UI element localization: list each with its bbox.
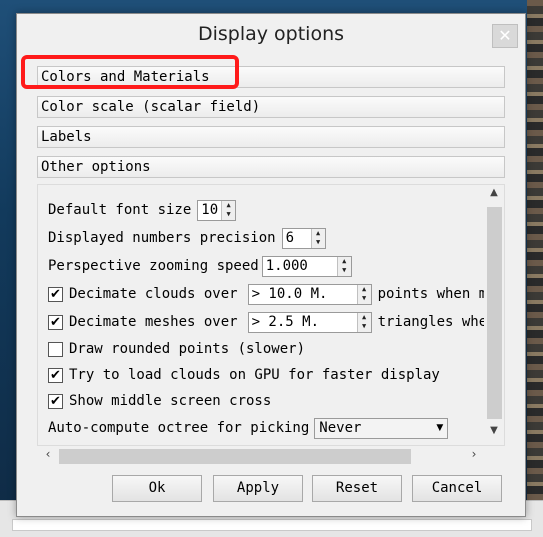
section-other-options[interactable]: Other options bbox=[37, 156, 505, 178]
zoom-speed-row: Perspective zooming speed 1.000 ▲ ▼ bbox=[48, 255, 352, 277]
octree-row: Auto-compute octree for picking Never ▼ bbox=[48, 417, 449, 439]
scroll-up-icon[interactable]: ▲ bbox=[484, 187, 504, 205]
close-icon[interactable]: ✕ bbox=[492, 24, 518, 48]
horizontal-scrollbar[interactable]: ‹ › bbox=[37, 446, 485, 466]
vertical-scroll-thumb[interactable] bbox=[487, 207, 502, 419]
spin-down-icon[interactable]: ▼ bbox=[358, 294, 371, 304]
decimate-meshes-spinbox[interactable]: > 2.5 M. ▲ ▼ bbox=[247, 311, 372, 333]
apply-button[interactable]: Apply bbox=[213, 475, 303, 502]
precision-spinbox[interactable]: 6 ▲ ▼ bbox=[281, 227, 326, 249]
horizontal-scroll-thumb[interactable] bbox=[59, 449, 411, 464]
spin-up-icon[interactable]: ▲ bbox=[358, 285, 371, 295]
spin-down-icon[interactable]: ▼ bbox=[222, 210, 235, 220]
zoom-speed-spinbox[interactable]: 1.000 ▲ ▼ bbox=[261, 255, 352, 277]
spin-down-icon[interactable]: ▼ bbox=[338, 266, 351, 276]
gpu-load-row: ✔ Try to load clouds on GPU for faster d… bbox=[48, 364, 440, 386]
background-status-field bbox=[12, 519, 532, 531]
precision-value[interactable]: 6 bbox=[283, 229, 311, 248]
decimate-clouds-value[interactable]: > 10.0 M. bbox=[249, 285, 357, 304]
decimate-meshes-checkbox[interactable]: ✔ bbox=[48, 314, 63, 330]
decimate-clouds-label: Decimate clouds over bbox=[69, 286, 238, 302]
middle-cross-row: ✔ Show middle screen cross bbox=[48, 390, 271, 412]
dialog-titlebar: Display options ✕ bbox=[17, 14, 525, 54]
font-size-value[interactable]: 10 bbox=[198, 201, 221, 220]
chevron-down-icon: ▼ bbox=[436, 423, 444, 433]
spin-up-icon[interactable]: ▲ bbox=[312, 229, 325, 239]
spin-up-icon[interactable]: ▲ bbox=[338, 257, 351, 267]
rounded-points-row: Draw rounded points (slower) bbox=[48, 338, 305, 360]
decimate-meshes-row: ✔ Decimate meshes over > 2.5 M. ▲ ▼ trian… bbox=[48, 311, 496, 333]
decimate-meshes-value[interactable]: > 2.5 M. bbox=[249, 313, 357, 332]
gpu-load-label: Try to load clouds on GPU for faster dis… bbox=[69, 367, 440, 383]
display-options-dialog: Display options ✕ Colors and Materials C… bbox=[16, 13, 526, 517]
zoom-speed-label: Perspective zooming speed bbox=[48, 258, 259, 274]
scroll-right-icon[interactable]: › bbox=[465, 447, 483, 465]
font-size-spinbox[interactable]: 10 ▲ ▼ bbox=[197, 199, 237, 221]
section-color-scale[interactable]: Color scale (scalar field) bbox=[37, 96, 505, 118]
highlight-annotation bbox=[21, 55, 239, 89]
ok-button[interactable]: Ok bbox=[112, 475, 202, 502]
spin-up-icon[interactable]: ▲ bbox=[222, 201, 235, 211]
font-size-label: Default font size bbox=[48, 202, 192, 218]
options-scroll-area: Default font size 10 ▲ ▼ Displayed number… bbox=[37, 184, 505, 446]
decimate-clouds-checkbox[interactable]: ✔ bbox=[48, 286, 63, 302]
decimate-clouds-suffix: points when mo bbox=[377, 286, 496, 302]
dialog-title: Display options bbox=[197, 23, 345, 45]
octree-value: Never bbox=[319, 420, 362, 436]
reset-button[interactable]: Reset bbox=[312, 475, 402, 502]
spin-up-icon[interactable]: ▲ bbox=[358, 313, 371, 323]
decimate-meshes-suffix: triangles when bbox=[377, 314, 496, 330]
rounded-points-label: Draw rounded points (slower) bbox=[69, 341, 306, 357]
decimate-meshes-label: Decimate meshes over bbox=[69, 314, 238, 330]
spin-down-icon[interactable]: ▼ bbox=[312, 238, 325, 248]
zoom-speed-value[interactable]: 1.000 bbox=[263, 257, 337, 276]
cancel-button[interactable]: Cancel bbox=[412, 475, 502, 502]
decimate-clouds-row: ✔ Decimate clouds over > 10.0 M. ▲ ▼ poin… bbox=[48, 283, 496, 305]
octree-label: Auto-compute octree for picking bbox=[48, 420, 310, 436]
spin-down-icon[interactable]: ▼ bbox=[358, 322, 371, 332]
precision-row: Displayed numbers precision 6 ▲ ▼ bbox=[48, 227, 326, 249]
precision-label: Displayed numbers precision bbox=[48, 230, 276, 246]
gpu-load-checkbox[interactable]: ✔ bbox=[48, 367, 63, 383]
scroll-down-icon[interactable]: ▼ bbox=[484, 425, 504, 443]
octree-select[interactable]: Never ▼ bbox=[314, 417, 449, 439]
font-size-row: Default font size 10 ▲ ▼ bbox=[48, 199, 237, 221]
middle-cross-checkbox[interactable]: ✔ bbox=[48, 393, 63, 409]
section-labels[interactable]: Labels bbox=[37, 126, 505, 148]
rounded-points-checkbox[interactable] bbox=[48, 341, 63, 357]
middle-cross-label: Show middle screen cross bbox=[69, 393, 272, 409]
scroll-left-icon[interactable]: ‹ bbox=[39, 447, 57, 465]
background-view bbox=[527, 0, 543, 500]
decimate-clouds-spinbox[interactable]: > 10.0 M. ▲ ▼ bbox=[247, 283, 372, 305]
vertical-scrollbar[interactable]: ▲ ▼ bbox=[484, 185, 504, 445]
